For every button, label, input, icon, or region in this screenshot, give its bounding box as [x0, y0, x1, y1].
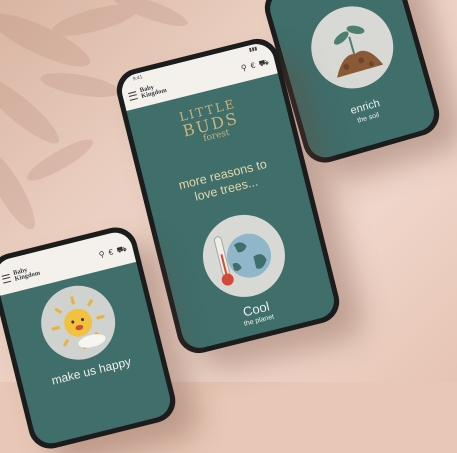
soil-illustration [301, 0, 403, 99]
store-logo[interactable]: Baby Kingdom [139, 82, 167, 100]
brand-lockup: LITTLE BUDS forest [178, 97, 243, 149]
currency-icon[interactable]: € [108, 247, 115, 258]
status-time: 9:41 [132, 74, 144, 83]
currency-icon[interactable]: € [250, 61, 257, 72]
planet-illustration [194, 206, 294, 306]
search-icon[interactable]: ⚲ [240, 63, 248, 74]
sun-illustration [33, 277, 124, 368]
menu-icon[interactable] [128, 91, 138, 101]
cart-icon[interactable]: ⛟ [258, 57, 270, 69]
menu-icon[interactable] [1, 273, 12, 284]
status-signal: ▮▮▮ [248, 45, 258, 54]
sun-icon [51, 296, 106, 350]
store-logo-left[interactable]: Baby Kingdom [12, 265, 40, 283]
sprout-icon [333, 25, 384, 78]
search-icon[interactable]: ⚲ [98, 249, 106, 260]
cart-icon[interactable]: ⛟ [116, 244, 128, 256]
